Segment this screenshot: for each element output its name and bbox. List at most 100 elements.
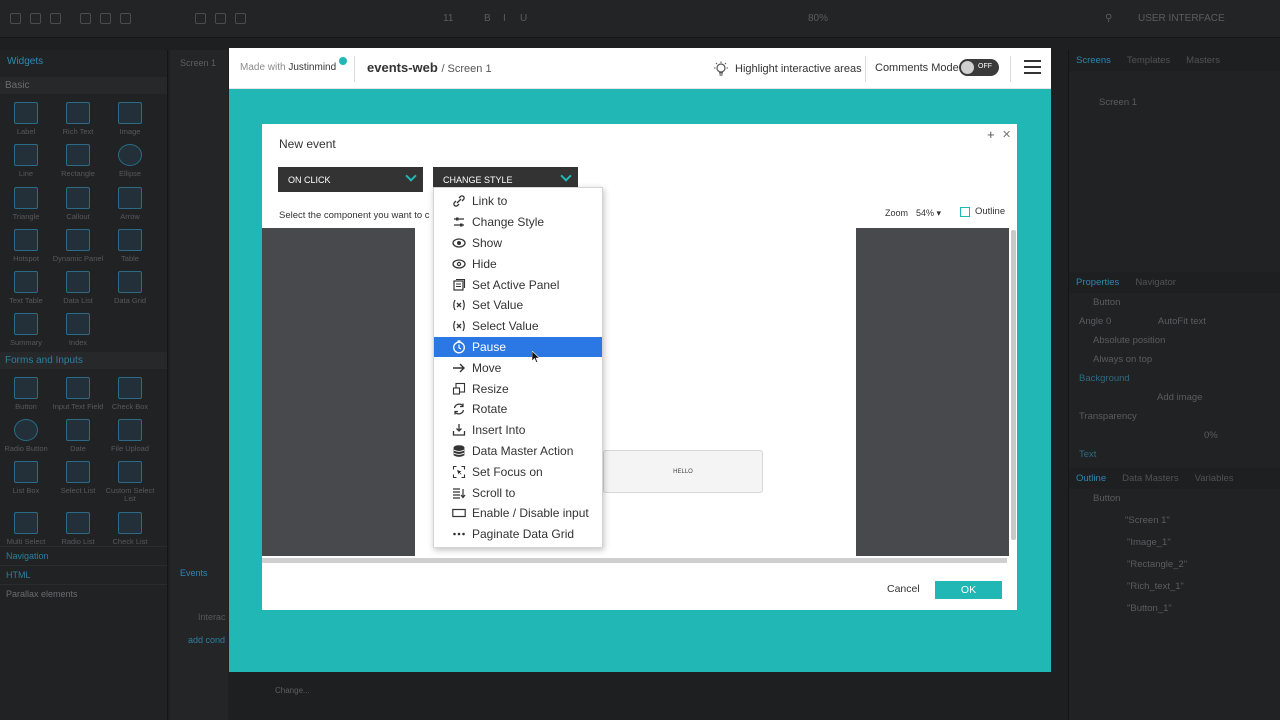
widget-file-upload[interactable]: File Upload (104, 418, 156, 453)
autofit-label[interactable]: AutoFit text (1158, 316, 1206, 327)
comments-mode-toggle[interactable]: OFF (959, 59, 999, 76)
tab-navigator[interactable]: Navigator (1135, 277, 1176, 288)
tab-screens[interactable]: Screens (1076, 55, 1111, 66)
outline-item[interactable]: "Button_1" (1069, 596, 1280, 618)
new-file-icon[interactable] (10, 13, 21, 24)
menu-item-set-value[interactable]: Set Value (434, 295, 602, 316)
widget-rich-text[interactable]: Rich Text (52, 102, 104, 136)
outline-item[interactable]: "Image_1" (1069, 530, 1280, 552)
widget-select-list[interactable]: Select List (52, 461, 104, 504)
widget-dynamic-panel[interactable]: Dynamic Panel (52, 228, 104, 263)
widget-list-box[interactable]: List Box (0, 461, 52, 504)
preview-horizontal-scrollbar[interactable] (262, 558, 1007, 563)
close-icon[interactable]: ✕ (1002, 128, 1011, 141)
trigger-dropdown[interactable]: ON CLICK (278, 167, 423, 192)
tab-variables[interactable]: Variables (1195, 473, 1234, 484)
cancel-button[interactable]: Cancel (887, 583, 920, 595)
events-tab[interactable]: Events (180, 568, 208, 578)
workspace-selector[interactable]: USER INTERFACE (1138, 13, 1225, 24)
widget-radio-list[interactable]: Radio List (52, 511, 104, 546)
menu-item-paginate-data-grid[interactable]: Paginate Data Grid (434, 524, 602, 545)
transparency-value[interactable]: 0% (1069, 426, 1280, 445)
widget-data-list[interactable]: Data List (52, 271, 104, 305)
angle-value[interactable]: 0 (1106, 316, 1111, 327)
outline-item[interactable]: "Rectangle_2" (1069, 552, 1280, 574)
screen-list-item[interactable]: Screen 1 (1069, 93, 1280, 112)
outline-item[interactable]: "Rich_text_1" (1069, 574, 1280, 596)
font-size-field[interactable]: 11 (443, 13, 453, 24)
add-image-button[interactable]: Add image (1069, 388, 1280, 407)
widget-image[interactable]: Image (104, 102, 156, 136)
widget-text-table[interactable]: Text Table (0, 271, 52, 305)
menu-item-set-active-panel[interactable]: Set Active Panel (434, 274, 602, 295)
menu-item-resize[interactable]: Resize (434, 378, 602, 399)
menu-item-hide[interactable]: Hide (434, 253, 602, 274)
widget-data-grid[interactable]: Data Grid (104, 271, 156, 305)
widget-input-text-field[interactable]: Input Text Field (52, 376, 104, 411)
tab-properties[interactable]: Properties (1076, 277, 1119, 288)
widget-custom-select-list[interactable]: Custom Select List (104, 461, 156, 504)
widget-arrow[interactable]: Arrow (104, 186, 156, 221)
hamburger-menu-icon[interactable] (1024, 60, 1041, 74)
menu-item-link-to[interactable]: Link to (434, 191, 602, 212)
menu-item-enable-disable-input[interactable]: Enable / Disable input (434, 503, 602, 524)
ok-button[interactable]: OK (935, 581, 1002, 599)
widget-label[interactable]: Label (0, 102, 52, 136)
outline-item[interactable]: Button (1069, 489, 1280, 508)
section-forms[interactable]: Forms and Inputs (0, 351, 167, 369)
menu-item-select-value[interactable]: Select Value (434, 316, 602, 337)
widget-summary[interactable]: Summary (0, 313, 52, 347)
tab-data-masters[interactable]: Data Masters (1122, 473, 1179, 484)
menu-item-move[interactable]: Move (434, 357, 602, 378)
widget-button[interactable]: Button (0, 376, 52, 411)
tab-templates[interactable]: Templates (1127, 55, 1170, 66)
zoom-select[interactable]: 54% ▾ (916, 208, 941, 219)
always-on-top[interactable]: Always on top (1069, 350, 1280, 369)
open-folder-icon[interactable] (30, 13, 41, 24)
widget-index[interactable]: Index (52, 313, 104, 347)
search-icon[interactable]: ⚲ (1105, 13, 1112, 24)
underline-icon[interactable]: U (520, 13, 527, 24)
widget-hotspot[interactable]: Hotspot (0, 228, 52, 263)
menu-item-data-master-action[interactable]: Data Master Action (434, 441, 602, 462)
outline-checkbox[interactable]: Outline (960, 206, 1005, 217)
absolute-position[interactable]: Absolute position (1069, 331, 1280, 350)
zoom-level[interactable]: 80% (808, 13, 828, 24)
tab-outline[interactable]: Outline (1076, 473, 1106, 484)
widget-check-list[interactable]: Check List (104, 511, 156, 546)
widget-table[interactable]: Table (104, 228, 156, 263)
highlight-interactive-button[interactable]: Highlight interactive areas (713, 61, 862, 77)
menu-item-set-focus-on[interactable]: Set Focus on (434, 461, 602, 482)
tab-masters[interactable]: Masters (1186, 55, 1220, 66)
eraser-icon[interactable] (235, 13, 246, 24)
section-html[interactable]: HTML (0, 564, 167, 584)
italic-icon[interactable]: I (503, 13, 506, 24)
widget-line[interactable]: Line (0, 144, 52, 178)
menu-item-change-style[interactable]: Change Style (434, 212, 602, 233)
menu-item-rotate[interactable]: Rotate (434, 399, 602, 420)
section-navigation[interactable]: Navigation (0, 545, 167, 565)
outline-item[interactable]: "Screen 1" (1069, 508, 1280, 530)
widget-ellipse[interactable]: Ellipse (104, 144, 156, 178)
expand-icon[interactable]: + (987, 127, 995, 142)
zoom-icon[interactable] (215, 13, 226, 24)
save-icon[interactable] (50, 13, 61, 24)
bold-icon[interactable]: B (484, 13, 491, 24)
menu-item-pause[interactable]: Pause (434, 336, 602, 358)
menu-item-scroll-to[interactable]: Scroll to (434, 482, 602, 503)
preview-vertical-scrollbar[interactable] (1011, 230, 1016, 540)
widget-date[interactable]: Date (52, 418, 104, 453)
menu-item-show[interactable]: Show (434, 233, 602, 254)
widget-radio-button[interactable]: Radio Button (0, 418, 52, 453)
copy-icon[interactable] (80, 13, 91, 24)
paste-icon[interactable] (100, 13, 111, 24)
widget-check-box[interactable]: Check Box (104, 376, 156, 411)
cut-icon[interactable] (120, 13, 131, 24)
widget-triangle[interactable]: Triangle (0, 186, 52, 221)
section-basic[interactable]: Basic (0, 77, 167, 94)
menu-item-insert-into[interactable]: Insert Into (434, 420, 602, 441)
add-condition-link[interactable]: add cond (188, 635, 225, 645)
pointer-icon[interactable] (195, 13, 206, 24)
section-parallax[interactable]: Parallax elements (0, 583, 167, 603)
widget-callout[interactable]: Callout (52, 186, 104, 221)
